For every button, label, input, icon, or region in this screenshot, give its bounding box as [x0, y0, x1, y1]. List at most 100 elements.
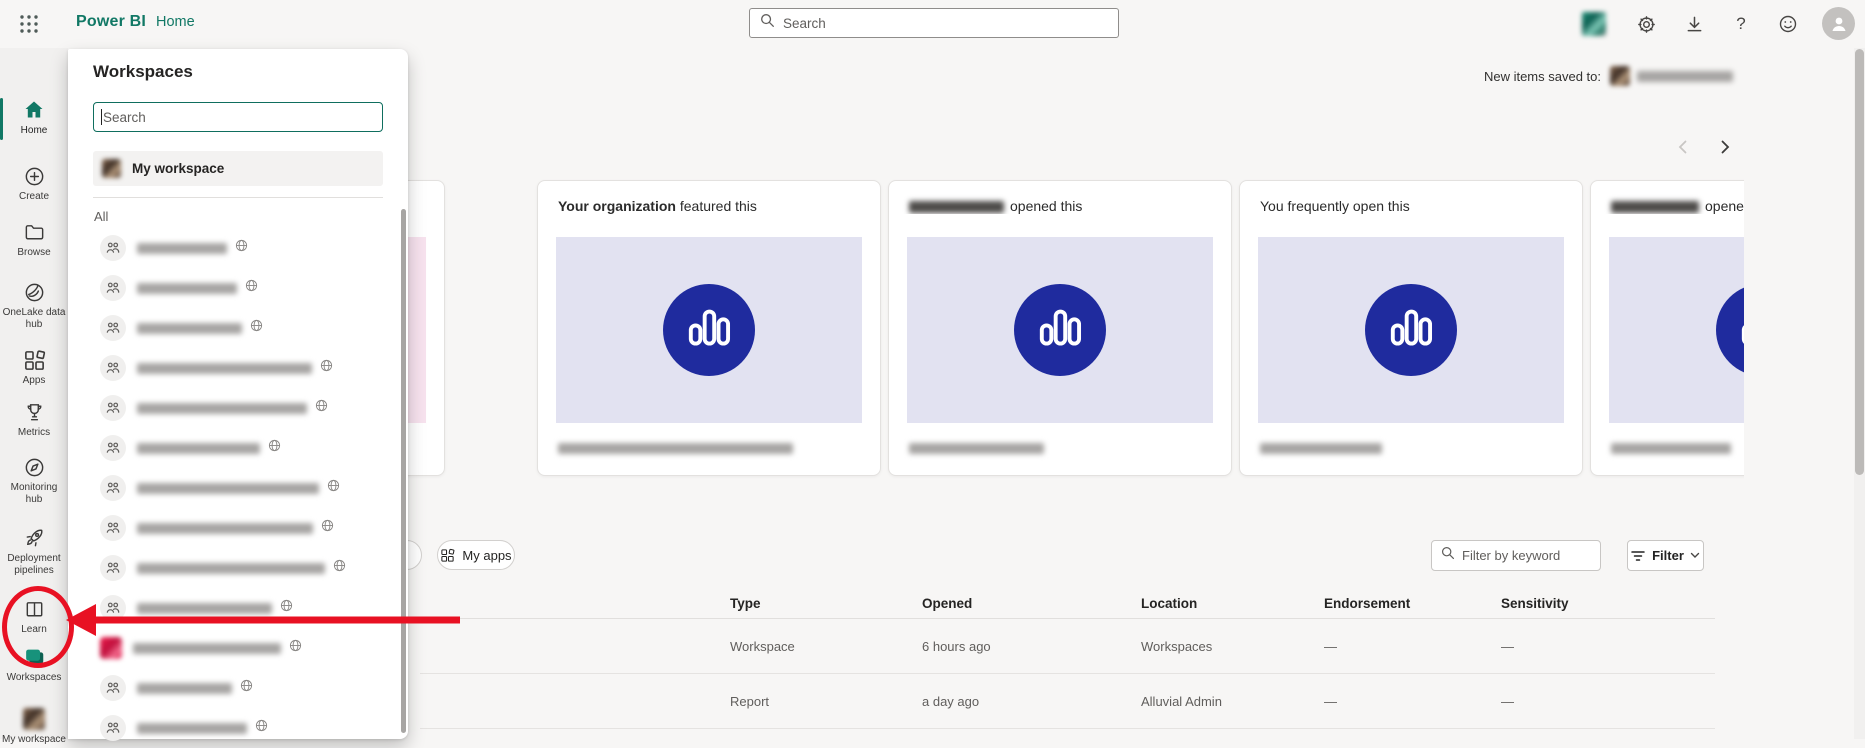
workspace-name-redacted: [137, 723, 247, 734]
workspace-list-item[interactable]: [68, 468, 400, 508]
sidebar-item-monitoring-hub[interactable]: Monitoring hub: [0, 455, 68, 506]
recent-items-table: TypeOpenedLocationEndorsementSensitivity…: [420, 588, 1715, 729]
deployment-rocket-icon: [22, 526, 46, 550]
type-cell: Report: [730, 694, 922, 709]
card-footer-redacted: [558, 443, 793, 454]
monitoring-icon: [22, 455, 46, 479]
sidebar-item-my-workspace[interactable]: My workspace: [0, 707, 68, 746]
opened-cell: 6 hours ago: [922, 639, 1141, 654]
people-icon: [100, 435, 126, 461]
type-cell: Workspace: [730, 639, 922, 654]
people-icon: [100, 515, 126, 541]
column-header-opened[interactable]: Opened: [922, 596, 1141, 611]
workspace-list-item[interactable]: [68, 508, 400, 548]
workspace-list-item[interactable]: [68, 548, 400, 588]
workspace-list-item[interactable]: [68, 628, 400, 668]
recommended-card[interactable]: opened: [1590, 180, 1744, 476]
workspace-name-redacted: [133, 643, 281, 654]
workspace-list-item[interactable]: [68, 668, 400, 708]
workspace-name-redacted: [137, 323, 242, 334]
recommended-card[interactable]: opened this: [888, 180, 1232, 476]
settings-gear-icon[interactable]: [1634, 12, 1658, 36]
new-items-saved-to: New items saved to:: [1484, 66, 1733, 86]
sidebar-item-create[interactable]: Create: [0, 164, 68, 203]
global-search-input[interactable]: Search: [749, 8, 1119, 38]
sidebar-item-browse[interactable]: Browse: [0, 220, 68, 259]
report-tile-circle: [1365, 284, 1457, 376]
sidebar-item-home[interactable]: Home: [0, 98, 68, 137]
my-workspace-item[interactable]: My workspace: [93, 151, 383, 186]
workspace-search-placeholder: Search: [103, 110, 146, 125]
workspace-list-item[interactable]: [68, 268, 400, 308]
sidebar-item-apps[interactable]: Apps: [0, 348, 68, 387]
sidebar-item-label: Learn: [21, 624, 47, 636]
workspace-list-item[interactable]: [68, 388, 400, 428]
workspace-list-item[interactable]: [68, 428, 400, 468]
page-scrollbar-thumb[interactable]: [1855, 49, 1864, 475]
account-avatar[interactable]: [1822, 7, 1855, 40]
workspace-name-redacted: [137, 243, 227, 254]
sidebar-item-learn[interactable]: Learn: [0, 597, 68, 636]
bar-chart-icon: [1736, 302, 1744, 359]
download-icon[interactable]: [1682, 12, 1706, 36]
chevron-down-icon: [1690, 552, 1700, 559]
divider: [93, 197, 383, 198]
sidebar-item-workspaces[interactable]: Workspaces: [0, 645, 68, 684]
card-header: opened this: [889, 181, 1231, 214]
people-icon: [100, 355, 126, 381]
feedback-smiley-icon[interactable]: [1776, 12, 1800, 36]
column-header-type[interactable]: Type: [730, 596, 922, 611]
card-thumbnail: [1258, 237, 1564, 423]
column-header-endorsement[interactable]: Endorsement: [1324, 596, 1501, 611]
saved-to-label: New items saved to:: [1484, 69, 1601, 84]
workspace-list-item[interactable]: [68, 588, 400, 628]
filter-keyword-input[interactable]: Filter by keyword: [1431, 540, 1601, 571]
card-footer: [889, 421, 1231, 475]
workspace-list-item[interactable]: [68, 348, 400, 388]
sidebar-item-onelake-data-hub[interactable]: OneLake data hub: [0, 280, 68, 331]
carousel-next-icon[interactable]: [1714, 136, 1736, 158]
workspace-search-input[interactable]: Search: [93, 102, 383, 132]
apps-icon: [440, 548, 455, 563]
workspace-name-redacted: [137, 363, 312, 374]
people-icon: [100, 475, 126, 501]
breadcrumb[interactable]: Home: [156, 14, 195, 30]
card-header: opened: [1591, 181, 1744, 214]
workspace-list-item[interactable]: [68, 708, 400, 748]
carousel-prev-icon[interactable]: [1672, 136, 1694, 158]
sidebar-item-metrics[interactable]: Metrics: [0, 400, 68, 439]
app-launcher-waffle-icon[interactable]: [18, 13, 40, 35]
my-apps-label: My apps: [462, 548, 511, 563]
recommended-card[interactable]: You frequently open this: [1239, 180, 1583, 476]
sidebar-item-label: Browse: [17, 247, 50, 259]
card-thumbnail: [1609, 237, 1744, 423]
workspace-list-item[interactable]: [68, 228, 400, 268]
help-icon[interactable]: ?: [1729, 12, 1753, 36]
endorsement-cell: —: [1324, 639, 1501, 654]
table-row[interactable]: Reporta day agoAlluvial Admin——: [420, 674, 1715, 729]
sensitivity-cell: —: [1501, 639, 1715, 654]
apps-icon: [22, 348, 46, 372]
table-row[interactable]: Workspace6 hours agoWorkspaces——: [420, 619, 1715, 674]
filter-keyword-placeholder: Filter by keyword: [1462, 548, 1560, 563]
workspace-name-redacted: [137, 483, 319, 494]
column-header-location[interactable]: Location: [1141, 596, 1324, 611]
sidebar-item-deployment-pipelines[interactable]: Deployment pipelines: [0, 526, 68, 577]
people-icon: [100, 315, 126, 341]
flyout-scrollbar[interactable]: [401, 209, 406, 733]
product-blurred-icon[interactable]: [1582, 12, 1606, 36]
workspace-name-redacted: [137, 283, 237, 294]
card-footer: [538, 421, 880, 475]
recommended-card[interactable]: Your organization featured this: [537, 180, 881, 476]
my-apps-button[interactable]: My apps: [437, 540, 515, 570]
filter-button[interactable]: Filter: [1627, 540, 1704, 571]
people-icon: [100, 715, 126, 741]
column-header-sensitivity[interactable]: Sensitivity: [1501, 596, 1715, 611]
people-icon: [100, 395, 126, 421]
globe-icon: [333, 559, 346, 577]
globe-icon: [235, 239, 248, 257]
location-cell: Alluvial Admin: [1141, 694, 1324, 709]
card-footer-redacted: [1611, 443, 1731, 454]
workspace-list-item[interactable]: [68, 308, 400, 348]
globe-icon: [255, 719, 268, 737]
